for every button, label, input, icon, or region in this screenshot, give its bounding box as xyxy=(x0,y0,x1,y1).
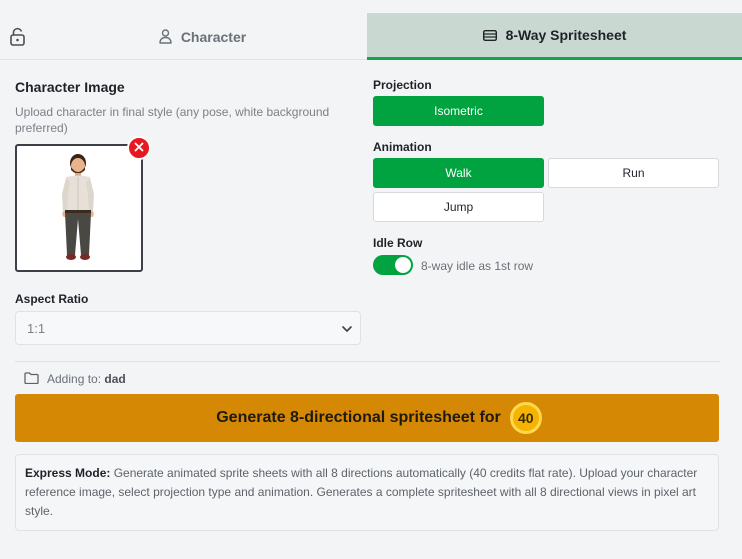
character-preview[interactable] xyxy=(15,144,143,272)
character-figure xyxy=(62,154,94,260)
divider xyxy=(15,361,720,362)
idle-row-toggle[interactable] xyxy=(373,255,413,275)
tab-character-label: Character xyxy=(180,28,247,45)
generate-button[interactable]: Generate 8-directional spritesheet for 4… xyxy=(15,394,719,442)
tab-character[interactable]: Character xyxy=(0,13,367,60)
projection-isometric-button[interactable]: Isometric xyxy=(373,96,544,126)
close-icon xyxy=(134,139,144,157)
express-mode-info: Express Mode: Generate animated sprite s… xyxy=(15,454,719,531)
tab-bar: Character 8-Way Spritesheet xyxy=(0,13,742,60)
toggle-knob xyxy=(395,257,411,273)
upload-hint: Upload character in final style (any pos… xyxy=(15,105,330,135)
adding-prefix: Adding to: xyxy=(47,372,102,386)
animation-label: Animation xyxy=(373,140,432,154)
idle-row-label: Idle Row xyxy=(373,236,423,250)
credit-cost-badge: 40 xyxy=(509,402,542,434)
adding-target: dad xyxy=(104,372,126,386)
animation-jump-button[interactable]: Jump xyxy=(373,192,544,222)
projection-label: Projection xyxy=(373,78,432,92)
adding-to-info: Adding to: dad xyxy=(24,371,126,387)
user-icon xyxy=(159,29,172,44)
tab-sprite-label: 8-Way Spritesheet xyxy=(505,27,627,43)
idle-row-toggle-text: 8-way idle as 1st row xyxy=(421,259,534,273)
spritesheet-icon xyxy=(482,29,497,41)
info-title: Express Mode: xyxy=(25,466,111,480)
aspect-ratio-select[interactable]: 1:1 xyxy=(15,311,361,345)
remove-image-button[interactable] xyxy=(127,136,151,160)
tab-8-way-spritesheet[interactable]: 8-Way Spritesheet xyxy=(367,13,742,60)
character-image-title: Character Image xyxy=(15,79,125,95)
animation-run-button[interactable]: Run xyxy=(548,158,719,188)
aspect-ratio-value: 1:1 xyxy=(27,320,46,336)
generate-label: Generate 8-directional spritesheet for xyxy=(216,409,501,426)
info-text: Generate animated sprite sheets with all… xyxy=(25,466,698,518)
folder-icon xyxy=(24,371,39,387)
animation-walk-button[interactable]: Walk xyxy=(373,158,544,188)
aspect-ratio-label: Aspect Ratio xyxy=(15,292,89,306)
